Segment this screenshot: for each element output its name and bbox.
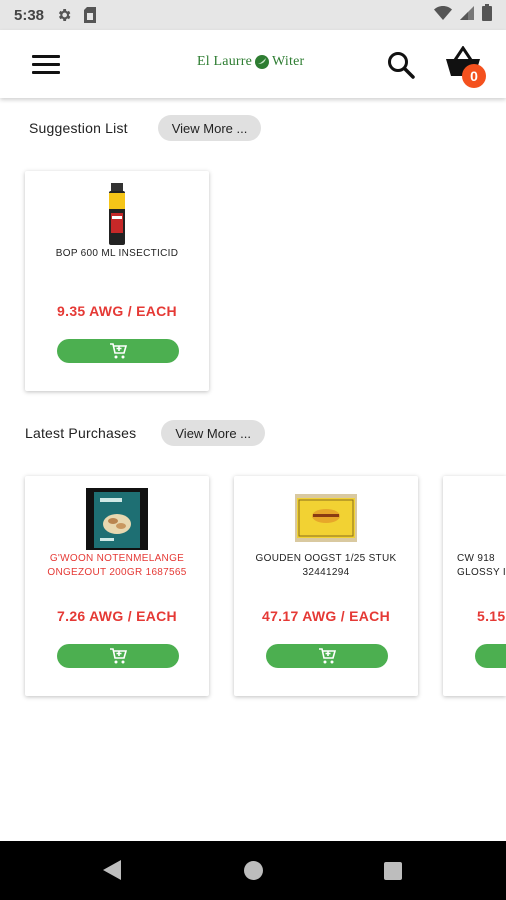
cigar-box-image <box>295 494 357 547</box>
product-card[interactable]: BOP 600 ML INSECTICID 9.35 AWG / EACH <box>25 171 209 391</box>
suggestion-header: Suggestion List View More ... <box>29 115 262 141</box>
signal-icon <box>460 5 474 25</box>
system-nav-bar <box>0 841 506 900</box>
product-name: G'WOON NOTENMELANGE ONGEZOUT 200GR 16875… <box>47 553 187 578</box>
suggestion-title: Suggestion List <box>29 120 128 136</box>
product-price: 7.26 AWG / EACH <box>57 608 177 624</box>
back-button[interactable] <box>103 860 121 885</box>
battery-icon <box>482 4 492 26</box>
nut-bag-image <box>86 488 148 555</box>
menu-button[interactable] <box>32 52 62 76</box>
cart-button[interactable]: 0 <box>444 46 488 88</box>
spray-can-image <box>107 183 127 250</box>
product-name: BOP 600 ML INSECTICID <box>55 248 179 259</box>
add-cart-icon <box>319 648 336 664</box>
product-price: 5.15 <box>477 608 506 624</box>
product-card[interactable]: CW 918 GLOSSY I 5.15 <box>443 476 506 696</box>
add-to-cart-button[interactable] <box>57 644 179 668</box>
latest-title: Latest Purchases <box>25 425 137 441</box>
status-time: 5:38 <box>14 6 45 24</box>
menu-icon-line <box>32 71 60 74</box>
product-card[interactable]: GOUDEN OOGST 1/25 STUK 32441294 47.17 AW… <box>234 476 418 696</box>
add-to-cart-button[interactable] <box>57 339 179 363</box>
leaf-icon <box>255 55 270 69</box>
logo-text-right: Witer <box>272 54 305 69</box>
suggestion-view-more-button[interactable]: View More ... <box>157 115 262 141</box>
menu-icon-line <box>32 55 60 58</box>
latest-view-more-button[interactable]: View More ... <box>161 420 265 446</box>
app-screen: 5:38 El Laurre Witer 0 Suggestion List V… <box>0 0 506 900</box>
status-bar: 5:38 <box>0 0 506 30</box>
recent-apps-button[interactable] <box>384 862 402 880</box>
wifi-icon <box>434 5 452 25</box>
product-name: CW 918 GLOSSY I <box>457 553 506 578</box>
cart-count-badge: 0 <box>462 64 486 88</box>
add-cart-icon <box>110 648 127 664</box>
app-bar: El Laurre Witer 0 <box>0 30 506 98</box>
add-cart-icon <box>110 343 127 359</box>
app-logo: El Laurre Witer <box>197 54 304 70</box>
home-button[interactable] <box>244 861 263 880</box>
menu-icon-line <box>32 63 60 66</box>
product-name: GOUDEN OOGST 1/25 STUK 32441294 <box>255 553 397 578</box>
add-to-cart-button[interactable] <box>266 644 388 668</box>
product-price: 47.17 AWG / EACH <box>262 608 390 624</box>
search-icon <box>388 52 415 79</box>
product-card[interactable]: G'WOON NOTENMELANGE ONGEZOUT 200GR 16875… <box>25 476 209 696</box>
sim-card-icon <box>84 7 97 23</box>
add-to-cart-button[interactable] <box>475 644 506 668</box>
back-triangle-icon <box>103 860 121 880</box>
latest-header: Latest Purchases View More ... <box>25 420 265 446</box>
search-button[interactable] <box>386 50 416 80</box>
product-price: 9.35 AWG / EACH <box>57 303 177 319</box>
logo-text-left: El Laurre <box>197 54 253 69</box>
gear-icon <box>56 7 72 23</box>
